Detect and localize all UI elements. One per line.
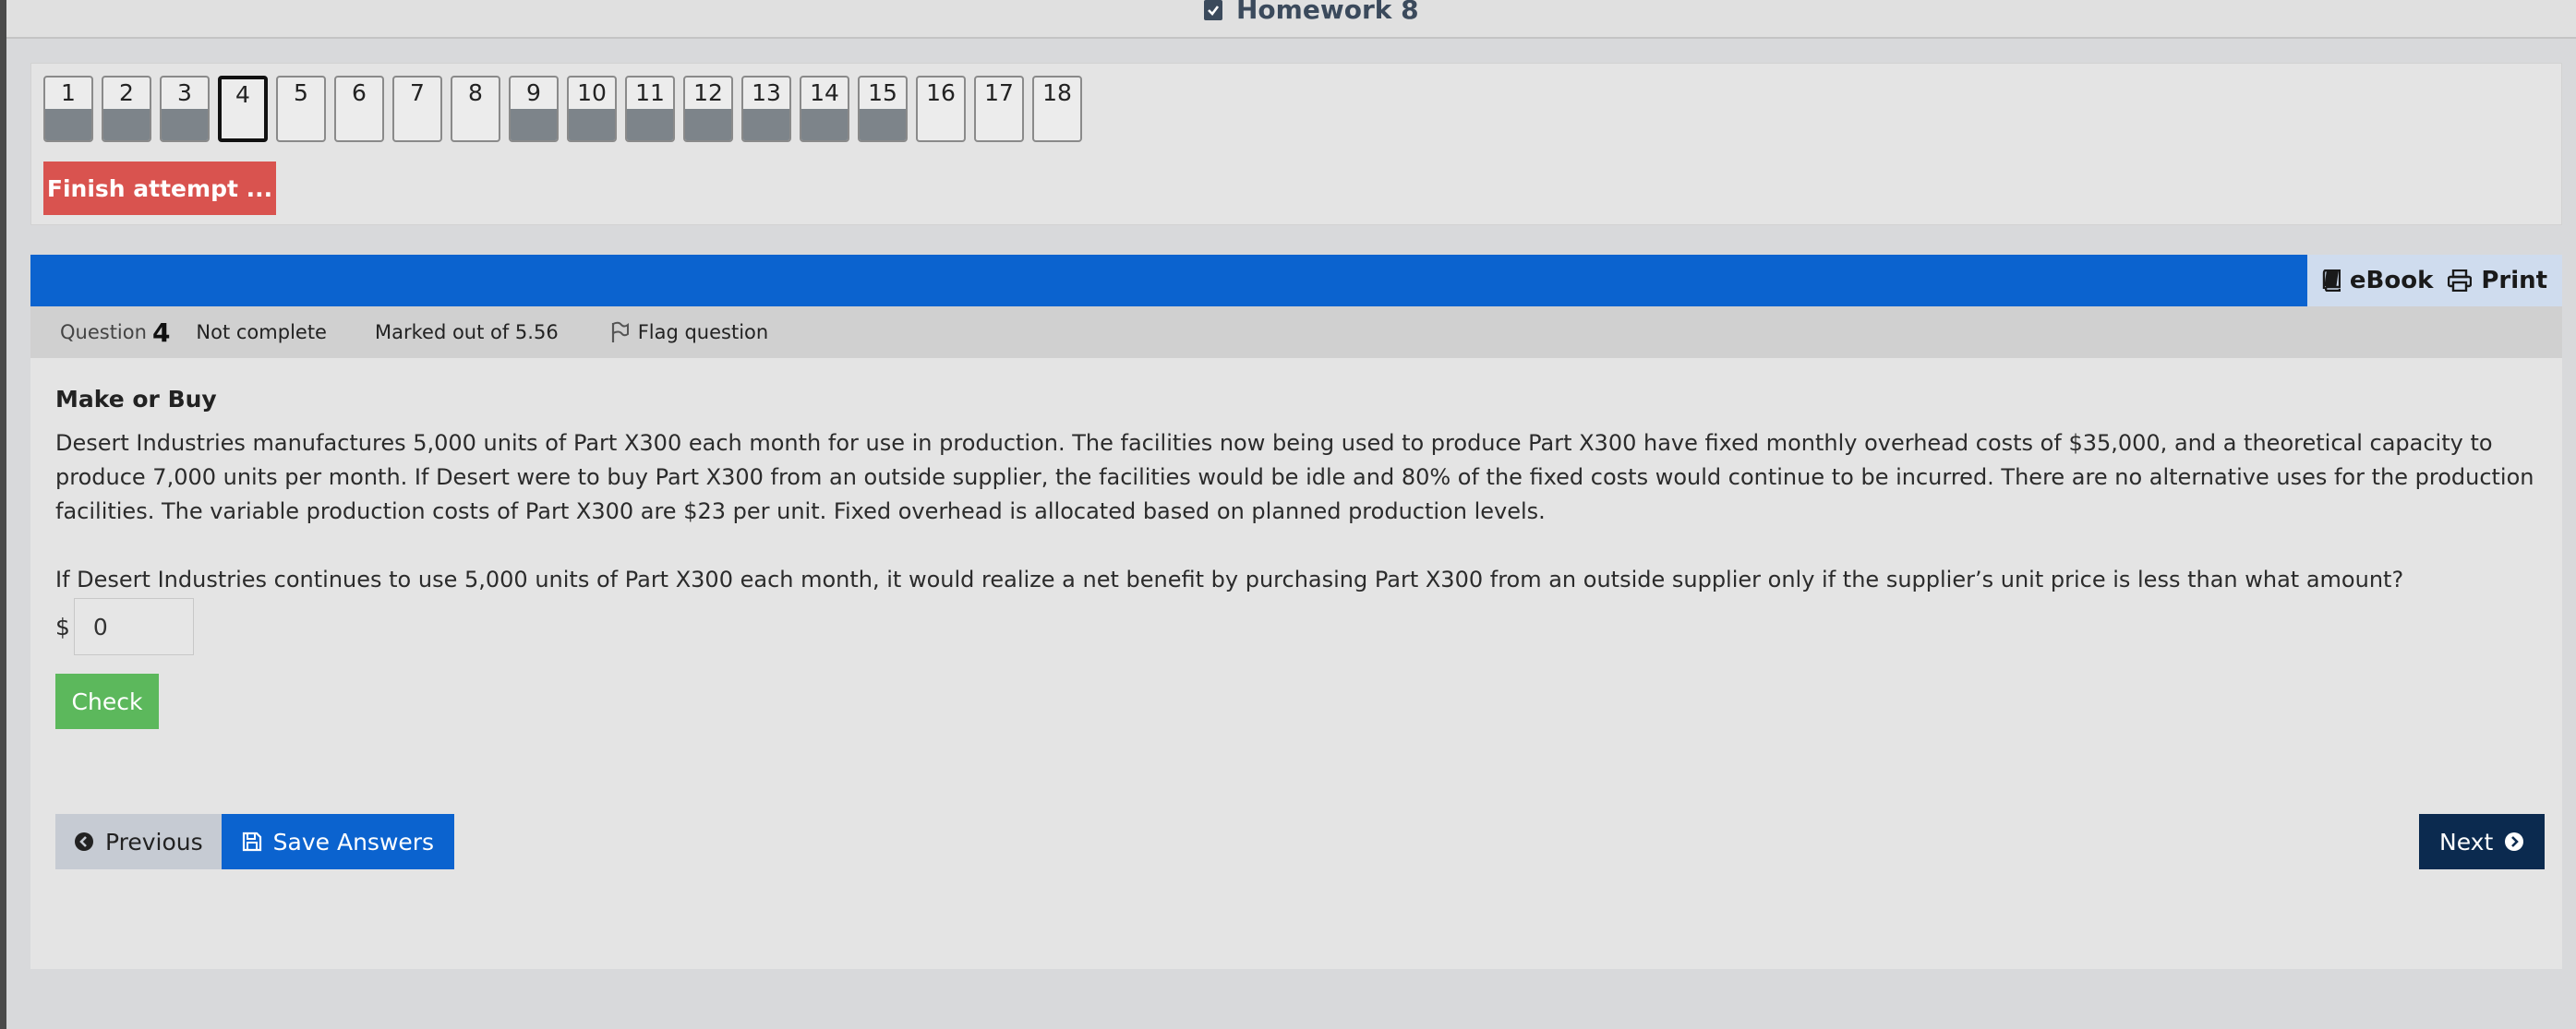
- previous-label: Previous: [105, 828, 203, 856]
- flag-icon: [610, 321, 629, 343]
- answered-indicator: [685, 109, 731, 140]
- print-button[interactable]: Print: [2448, 267, 2547, 294]
- check-button[interactable]: Check: [55, 674, 159, 729]
- question-nav-number: 16: [926, 79, 956, 106]
- answered-indicator: [743, 109, 789, 140]
- question-nav-button-3[interactable]: 3: [160, 76, 210, 142]
- question-nav-button-1[interactable]: 1: [43, 76, 93, 142]
- answered-indicator: [627, 109, 673, 140]
- question-title: Make or Buy: [55, 386, 217, 413]
- question-state: Not complete: [196, 321, 327, 343]
- question-nav-button-10[interactable]: 10: [567, 76, 617, 142]
- question-button-list: 1 2 3 4 5 6 7 8 9 10 11 12 13 14 15 16 17 18: [43, 76, 1082, 142]
- question-content: Make or Buy Desert Industries manufactur…: [30, 358, 2562, 969]
- question-nav-number: 1: [61, 79, 76, 106]
- answered-indicator: [860, 109, 906, 140]
- ebook-label: eBook: [2349, 267, 2434, 294]
- answer-row: $: [55, 598, 194, 655]
- question-nav-button-9[interactable]: 9: [509, 76, 559, 142]
- question-nav-button-18[interactable]: 18: [1032, 76, 1082, 142]
- question-nav-number: 12: [693, 79, 723, 106]
- question-nav-number: 6: [352, 79, 367, 106]
- question-nav-button-14[interactable]: 14: [800, 76, 849, 142]
- print-label: Print: [2481, 267, 2548, 294]
- question-nav-button-8[interactable]: 8: [451, 76, 500, 142]
- question-tools: eBook Print: [2307, 255, 2562, 306]
- question-nav-button-5[interactable]: 5: [276, 76, 326, 142]
- question-nav-number: 4: [235, 81, 250, 108]
- problem-text: Desert Industries manufactures 5,000 uni…: [55, 430, 2534, 524]
- question-nav-button-17[interactable]: 17: [974, 76, 1024, 142]
- question-nav-number: 2: [119, 79, 134, 106]
- question-nav-button-7[interactable]: 7: [392, 76, 442, 142]
- question-nav-number: 8: [468, 79, 483, 106]
- question-nav-button-2[interactable]: 2: [102, 76, 151, 142]
- question-nav-button-12[interactable]: 12: [683, 76, 733, 142]
- question-header-bar: [30, 255, 2307, 306]
- question-nav-button-6[interactable]: 6: [334, 76, 384, 142]
- quiz-navigation: 1 2 3 4 5 6 7 8 9 10 11 12 13 14 15 16 17 18 Finish attem…: [30, 63, 2562, 225]
- save-answers-button[interactable]: Save Answers: [221, 814, 455, 869]
- question-nav-number: 5: [294, 79, 308, 106]
- save-answers-label: Save Answers: [272, 828, 435, 856]
- page-title: Homework 8: [1236, 0, 1419, 25]
- header-title-group: Homework 8: [1203, 0, 1419, 28]
- next-button[interactable]: Next: [2419, 814, 2546, 869]
- bottom-navigation: Previous Save Answers: [55, 814, 455, 869]
- next-label: Next: [2439, 828, 2494, 856]
- question-nav-number: 9: [526, 79, 541, 106]
- question-nav-number: 15: [868, 79, 897, 106]
- question-label: Question: [60, 321, 147, 343]
- book-icon: [2322, 269, 2341, 292]
- question-number: 4: [151, 317, 171, 348]
- ebook-button[interactable]: eBook: [2322, 267, 2433, 294]
- question-nav-number: 14: [810, 79, 839, 106]
- page-header: Homework 8: [6, 0, 2576, 39]
- flag-question-label: Flag question: [637, 321, 769, 343]
- answered-indicator: [103, 109, 150, 140]
- question-nav-number: 18: [1042, 79, 1072, 106]
- question-nav-button-11[interactable]: 11: [625, 76, 675, 142]
- question-prompt: If Desert Industries continues to use 5,…: [55, 567, 2404, 592]
- question-nav-number: 10: [577, 79, 607, 106]
- question-nav-number: 17: [984, 79, 1014, 106]
- chevron-right-circle-icon: [2504, 832, 2524, 852]
- answered-indicator: [569, 109, 615, 140]
- question-nav-number: 13: [752, 79, 781, 106]
- answered-indicator: [45, 109, 91, 140]
- question-nav-number: 7: [410, 79, 425, 106]
- finish-attempt-button[interactable]: Finish attempt ...: [43, 162, 276, 215]
- window-edge: [0, 0, 6, 1029]
- question-nav-number: 11: [635, 79, 665, 106]
- answered-indicator: [511, 109, 557, 140]
- currency-symbol: $: [55, 613, 70, 640]
- question-nav-button-16[interactable]: 16: [916, 76, 966, 142]
- answered-indicator: [801, 109, 848, 140]
- question-nav-number: 3: [177, 79, 192, 106]
- flag-question-toggle[interactable]: Flag question: [610, 321, 769, 343]
- question-nav-button-13[interactable]: 13: [741, 76, 791, 142]
- answered-indicator: [162, 109, 208, 140]
- printer-icon: [2448, 269, 2473, 292]
- question-nav-button-4[interactable]: 4: [218, 76, 268, 142]
- floppy-disk-icon: [242, 832, 262, 852]
- clipboard-check-icon: [1203, 0, 1223, 21]
- chevron-left-circle-icon: [74, 832, 94, 852]
- answer-input[interactable]: [73, 598, 194, 655]
- question-info-row: Question 4 Not complete Marked out of 5.…: [30, 306, 2562, 358]
- previous-button[interactable]: Previous: [55, 814, 222, 869]
- question-nav-button-15[interactable]: 15: [858, 76, 908, 142]
- question-marks: Marked out of 5.56: [374, 321, 559, 343]
